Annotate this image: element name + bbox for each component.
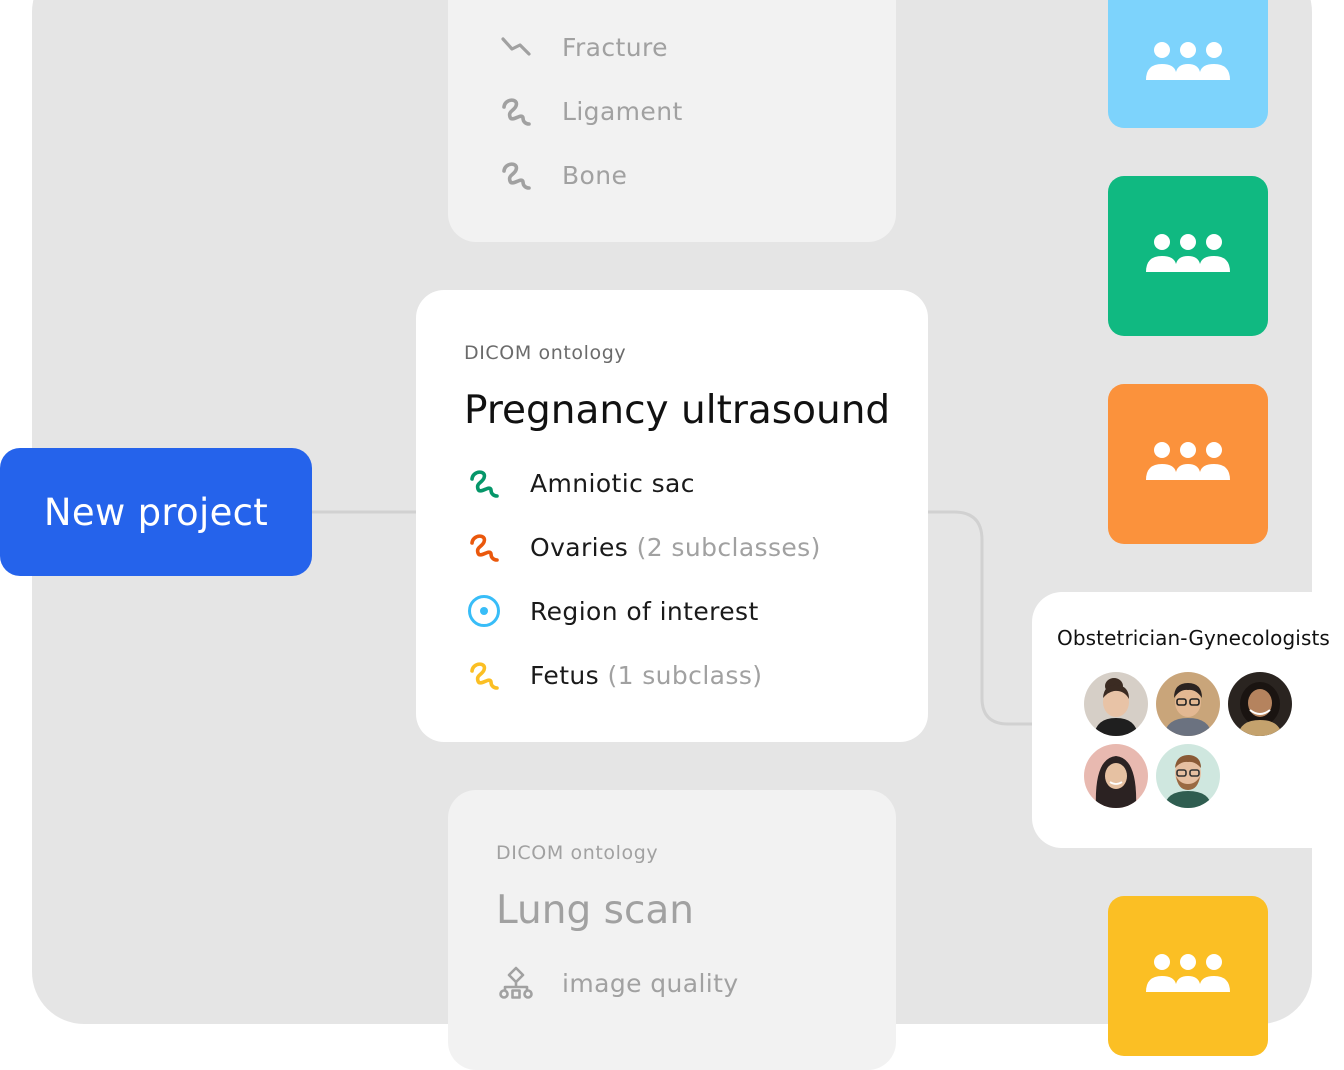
- point-icon: [466, 593, 502, 629]
- ontology-item-label: Ovaries: [530, 532, 629, 562]
- team-icon: [1144, 440, 1232, 488]
- new-project-label: New project: [43, 490, 269, 534]
- subclass-count: (1 subclass): [607, 660, 763, 690]
- ontology-item-text: Ovaries (2 subclasses): [530, 533, 821, 562]
- team-tile-orange[interactable]: [1108, 384, 1268, 544]
- ontology-card-faded-top[interactable]: Fracture Ligament Bone: [448, 0, 896, 242]
- ontology-item-label: Amniotic sac: [530, 468, 695, 498]
- squiggle-icon: [466, 657, 502, 693]
- ontology-type-label: DICOM ontology: [496, 842, 659, 864]
- ontology-item-fracture[interactable]: Fracture: [498, 27, 668, 67]
- ontology-item-label: Bone: [562, 160, 628, 190]
- squiggle-icon: [466, 529, 502, 565]
- ontology-item-ovaries[interactable]: Ovaries (2 subclasses): [466, 527, 821, 567]
- ontology-item-amniotic-sac[interactable]: Amniotic sac: [466, 463, 695, 503]
- subclass-count: (2 subclasses): [636, 532, 821, 562]
- squiggle-icon: [466, 465, 502, 501]
- ontology-item-label: Region of interest: [530, 596, 759, 626]
- team-icon: [1144, 40, 1232, 88]
- ontology-item-region-of-interest[interactable]: Region of interest: [466, 591, 759, 631]
- team-card[interactable]: Obstetrician-Gynecologists: [1032, 592, 1344, 848]
- ontology-item-label: Ligament: [562, 96, 683, 126]
- ontology-item-text: Fetus (1 subclass): [530, 661, 762, 690]
- ontology-item-ligament[interactable]: Ligament: [498, 91, 683, 131]
- ontology-item-label: Fetus: [530, 660, 600, 690]
- polyline-icon: [498, 29, 534, 65]
- avatar-man-beard[interactable]: [1156, 744, 1220, 808]
- team-icon: [1144, 952, 1232, 1000]
- squiggle-icon: [498, 93, 534, 129]
- avatar-woman-bun[interactable]: [1084, 672, 1148, 736]
- ontology-card-lung-scan[interactable]: DICOM ontology Lung scan image quality: [448, 790, 896, 1070]
- team-name: Obstetrician-Gynecologists: [1057, 626, 1330, 650]
- ontology-type-label: DICOM ontology: [464, 342, 627, 364]
- new-project-button[interactable]: New project: [0, 448, 312, 576]
- ontology-item-fetus[interactable]: Fetus (1 subclass): [466, 655, 762, 695]
- squiggle-icon: [498, 157, 534, 193]
- team-tile-yellow[interactable]: [1108, 896, 1268, 1056]
- ontology-title: Lung scan: [496, 888, 695, 933]
- ontology-item-image-quality[interactable]: image quality: [498, 963, 739, 1003]
- team-icon: [1144, 232, 1232, 280]
- hierarchy-icon: [498, 965, 534, 1001]
- team-tile-green[interactable]: [1108, 176, 1268, 336]
- ontology-item-label: image quality: [562, 968, 739, 998]
- ontology-card-pregnancy[interactable]: DICOM ontology Pregnancy ultrasound Amni…: [416, 290, 928, 742]
- ontology-title: Pregnancy ultrasound: [464, 388, 891, 433]
- avatar-woman-curly[interactable]: [1228, 672, 1292, 736]
- team-tile-blue[interactable]: [1108, 0, 1268, 128]
- avatar-woman-hijab[interactable]: [1084, 744, 1148, 808]
- ontology-item-label: Fracture: [562, 32, 668, 62]
- ontology-item-bone[interactable]: Bone: [498, 155, 627, 195]
- avatar-man-glasses[interactable]: [1156, 672, 1220, 736]
